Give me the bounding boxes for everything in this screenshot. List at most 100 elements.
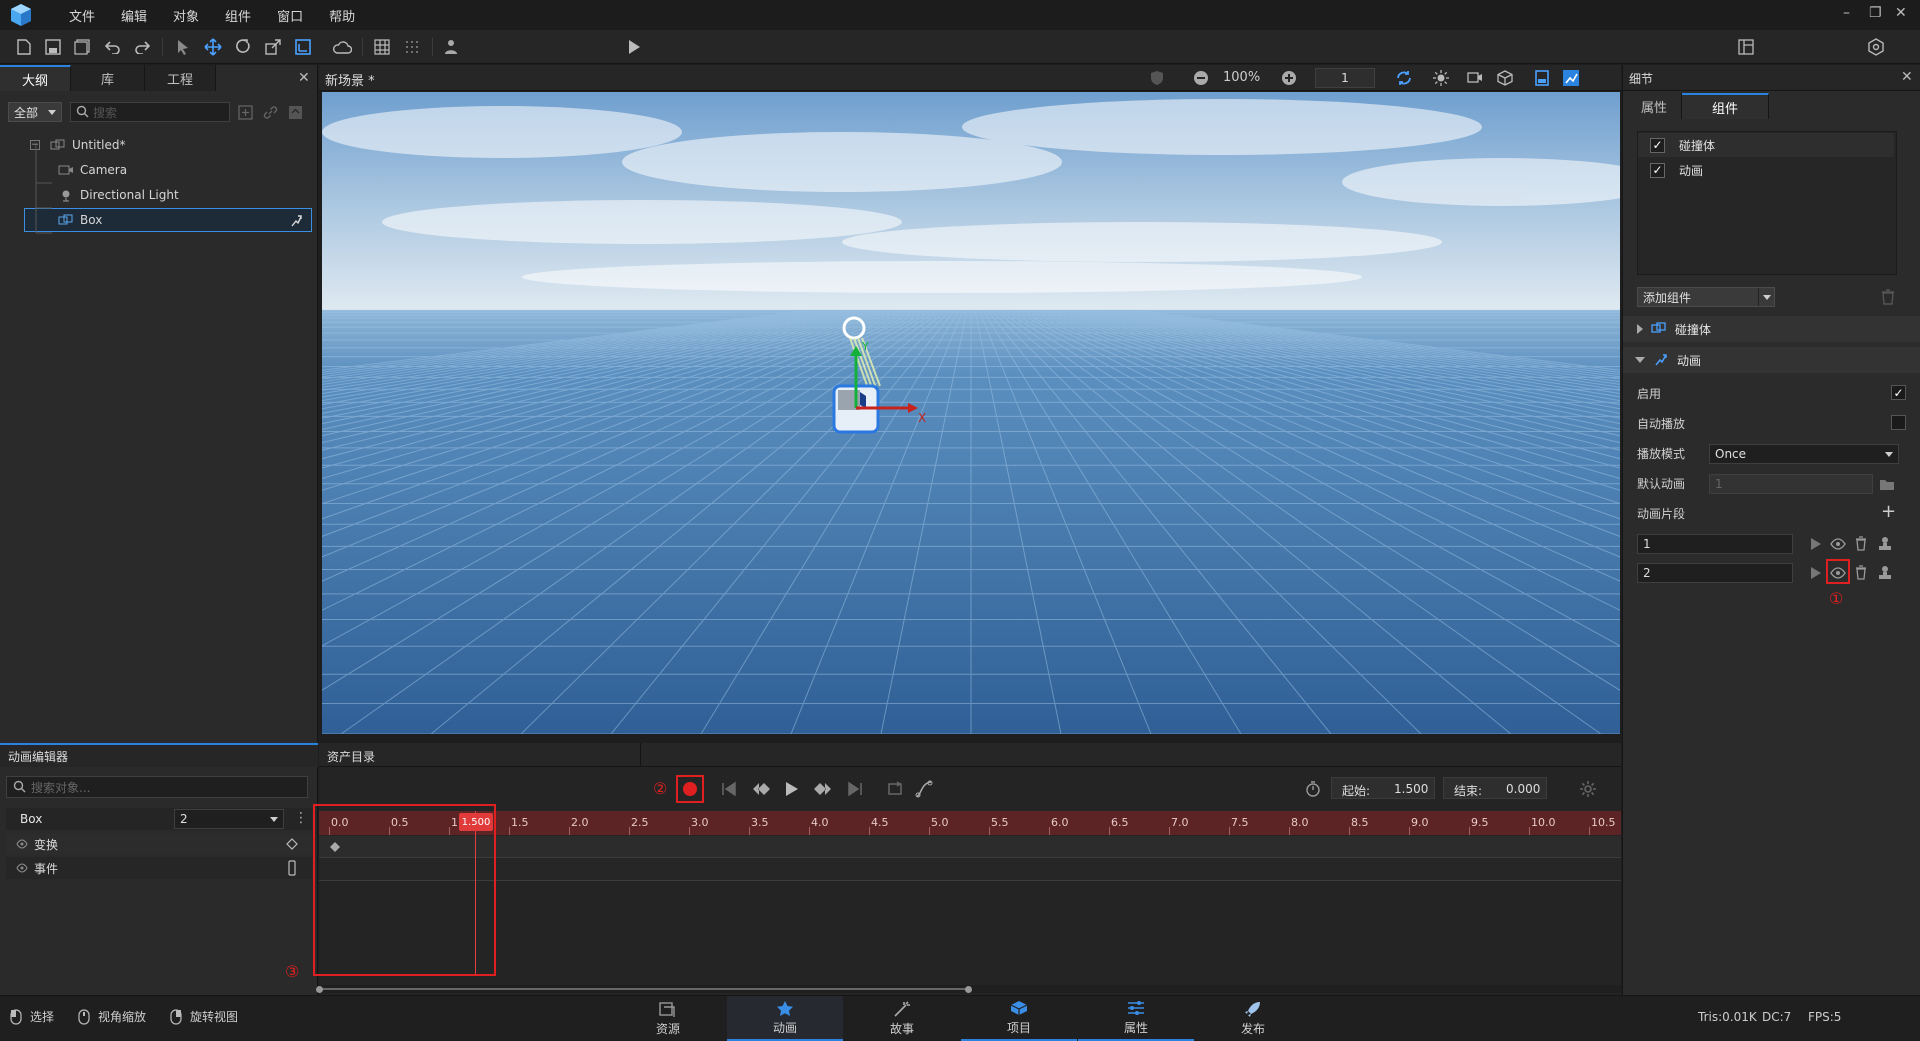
move-tool-icon[interactable] xyxy=(202,36,224,58)
shield-icon[interactable] xyxy=(1149,70,1165,89)
grid-icon[interactable] xyxy=(371,36,393,58)
keyframe-diamond-icon[interactable] xyxy=(286,838,298,850)
record-button[interactable] xyxy=(682,781,698,800)
local-space-icon[interactable] xyxy=(292,36,314,58)
zoom-out-icon[interactable] xyxy=(1193,70,1209,89)
add-clip-icon[interactable]: + xyxy=(1881,503,1896,521)
settings-hex-icon[interactable] xyxy=(1865,36,1887,58)
enable-checkbox[interactable]: ✓ xyxy=(1891,385,1906,400)
component-item-collider[interactable]: ✓ 碰撞体 xyxy=(1638,133,1894,157)
mode-tab-story[interactable]: 故事 xyxy=(844,996,960,1041)
timeline-scrollbar[interactable] xyxy=(316,985,1621,993)
menu-object[interactable]: 对象 xyxy=(173,6,199,25)
track-row-event[interactable]: 事件 xyxy=(6,857,312,879)
prev-keyframe-icon[interactable] xyxy=(751,781,771,800)
animation-section-header[interactable]: 动画 xyxy=(1623,347,1920,373)
select-tool-icon[interactable] xyxy=(172,36,194,58)
save-all-icon[interactable] xyxy=(71,36,93,58)
more-options-icon[interactable]: ⋮ xyxy=(294,810,308,826)
timer-icon[interactable] xyxy=(1305,781,1321,800)
export-icon[interactable] xyxy=(288,105,303,123)
add-component-select[interactable]: 添加组件 xyxy=(1637,287,1775,307)
tool-select[interactable]: 选择 xyxy=(10,1008,54,1025)
curve-editor-icon[interactable] xyxy=(915,780,933,801)
scrollbar-end-handle[interactable] xyxy=(965,986,972,993)
animation-checkbox[interactable]: ✓ xyxy=(1650,162,1665,178)
tool-rotate-view[interactable]: 旋转视图 xyxy=(170,1008,238,1025)
close-panel-icon[interactable]: ✕ xyxy=(298,70,310,86)
visibility-eye-icon[interactable] xyxy=(16,839,28,849)
anim-clip-select[interactable]: 2 xyxy=(174,809,284,829)
tree-item-root[interactable]: − Untitled* xyxy=(30,133,310,157)
rotate-tool-icon[interactable] xyxy=(232,36,254,58)
end-time-field[interactable]: 结束: 0.000 xyxy=(1443,777,1547,799)
tab-asset-catalog[interactable]: 资产目录 xyxy=(319,743,641,767)
timeline-ruler[interactable]: 0.00.51.01.52.02.53.03.54.04.55.05.56.06… xyxy=(319,811,1621,835)
mode-tab-animation[interactable]: 动画 xyxy=(727,996,843,1041)
clip-play-icon[interactable] xyxy=(1810,537,1822,554)
sync-icon[interactable] xyxy=(1395,70,1413,89)
layer-input[interactable]: 1 xyxy=(1315,68,1375,88)
clip-delete-icon[interactable] xyxy=(1855,536,1867,554)
menu-edit[interactable]: 编辑 xyxy=(121,6,147,25)
timeline-settings-icon[interactable] xyxy=(1579,780,1597,801)
close-details-icon[interactable]: ✕ xyxy=(1901,69,1913,85)
menu-component[interactable]: 组件 xyxy=(225,6,251,25)
mode-tab-publish[interactable]: 发布 xyxy=(1195,996,1311,1041)
collider-checkbox[interactable]: ✓ xyxy=(1650,137,1665,153)
tab-project[interactable]: 工程 xyxy=(145,65,217,91)
tab-library[interactable]: 库 xyxy=(71,65,146,91)
folder-icon[interactable] xyxy=(1879,477,1895,494)
clip-play-icon[interactable] xyxy=(1810,566,1822,583)
new-file-icon[interactable] xyxy=(13,36,35,58)
default-animation-field[interactable]: 1 xyxy=(1709,474,1873,494)
add-node-icon[interactable] xyxy=(238,105,253,123)
save-icon[interactable] xyxy=(42,36,64,58)
clip-stamp-icon[interactable] xyxy=(1878,536,1892,554)
track-lane-event[interactable] xyxy=(319,859,1621,881)
component-item-animation[interactable]: ✓ 动画 xyxy=(1638,158,1894,182)
next-keyframe-icon[interactable] xyxy=(813,781,833,800)
cube-view-icon[interactable] xyxy=(1497,70,1513,89)
skip-to-end-icon[interactable] xyxy=(847,781,863,800)
clip-preview-eye-icon[interactable] xyxy=(1830,537,1846,554)
scrollbar-thumb[interactable] xyxy=(319,988,969,990)
tree-item-camera[interactable]: Camera xyxy=(58,158,308,182)
event-marker-icon[interactable] xyxy=(288,860,296,876)
minimize-icon[interactable]: – xyxy=(1843,5,1850,21)
link-icon[interactable] xyxy=(263,105,278,123)
start-time-field[interactable]: 起始: 1.500 xyxy=(1331,777,1435,799)
scrollbar-start-handle[interactable] xyxy=(316,986,323,993)
restore-icon[interactable]: ❐ xyxy=(1869,5,1882,21)
tab-components[interactable]: 组件 xyxy=(1682,93,1770,119)
menu-window[interactable]: 窗口 xyxy=(277,6,303,25)
scale-tool-icon[interactable] xyxy=(262,36,284,58)
tab-outline[interactable]: 大纲 xyxy=(0,65,72,91)
player-icon[interactable] xyxy=(440,36,462,58)
visibility-eye-icon[interactable] xyxy=(16,863,28,873)
tree-item-directional-light[interactable]: Directional Light xyxy=(58,183,308,207)
mode-tab-assets[interactable]: 资源 xyxy=(610,996,726,1041)
cloud-icon[interactable] xyxy=(331,36,353,58)
outline-search-input[interactable]: 搜索 xyxy=(70,102,230,122)
stats-view-icon[interactable] xyxy=(1563,70,1579,89)
video-camera-icon[interactable] xyxy=(1467,71,1483,88)
play-animation-icon[interactable] xyxy=(785,781,799,800)
clip-delete-icon[interactable] xyxy=(1855,565,1867,583)
loop-icon[interactable] xyxy=(887,781,903,800)
ortho-view-icon[interactable] xyxy=(1535,70,1549,89)
snap-grid-icon[interactable] xyxy=(401,36,423,58)
redo-icon[interactable] xyxy=(131,36,153,58)
play-mode-select[interactable]: Once xyxy=(1709,444,1899,464)
clip-name-input-2[interactable]: 2 xyxy=(1637,563,1793,583)
anim-search-input[interactable]: 搜索对象... xyxy=(6,776,308,798)
menu-help[interactable]: 帮助 xyxy=(329,6,355,25)
track-lane-transform[interactable] xyxy=(319,836,1621,858)
play-button[interactable] xyxy=(623,36,645,58)
collider-section-header[interactable]: 碰撞体 xyxy=(1623,316,1920,342)
track-row-transform[interactable]: 变换 xyxy=(6,833,312,855)
autoplay-checkbox[interactable] xyxy=(1891,415,1906,430)
mode-tab-properties[interactable]: 属性 xyxy=(1078,996,1194,1041)
undo-icon[interactable] xyxy=(102,36,124,58)
layout-icon[interactable] xyxy=(1735,36,1757,58)
